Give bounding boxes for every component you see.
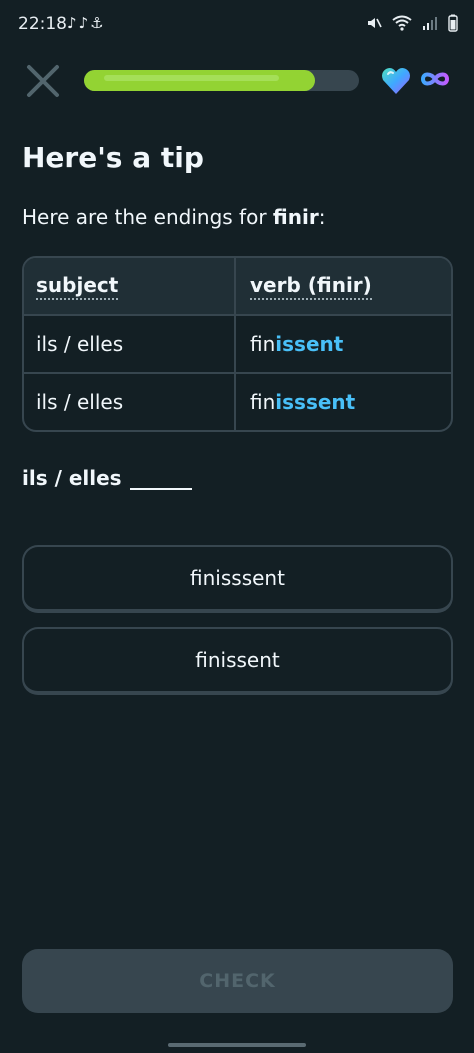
table-header-row: subject verb (finir): [24, 258, 451, 314]
header-subject[interactable]: subject: [36, 273, 119, 300]
verb-ending: issent: [275, 332, 344, 356]
answer-blank: [129, 470, 192, 490]
intro-text: Here are the endings for: [22, 205, 273, 229]
status-bar: 22:18 ♪♪⚓: [0, 0, 474, 52]
intro-verb[interactable]: finir: [273, 205, 319, 229]
status-right-icons: [366, 14, 458, 32]
status-time: 22:18: [18, 14, 67, 34]
row-subject: ils / elles: [24, 374, 236, 430]
home-indicator[interactable]: [168, 1043, 306, 1047]
wifi-icon: [392, 15, 412, 31]
table-header-cell: verb (finir): [236, 258, 451, 314]
lesson-progress-bar: [84, 70, 359, 91]
verb-stem: fin: [250, 332, 276, 356]
fill-in-prompt: ils / elles: [22, 466, 192, 490]
table-row: ils / elles fin isssent: [24, 372, 451, 430]
close-icon[interactable]: [24, 62, 62, 100]
answer-option-finissent[interactable]: finissent: [22, 627, 453, 695]
table-header-cell: subject: [24, 258, 236, 314]
progress-fill: [84, 70, 315, 91]
tip-intro: Here are the endings for finir:: [22, 205, 325, 229]
conjugation-table: subject verb (finir) ils / elles fin isse…: [22, 256, 453, 432]
row-subject: ils / elles: [24, 316, 236, 372]
prompt-subject: ils / elles: [22, 466, 122, 490]
signal-icon: [423, 17, 437, 30]
row-verb: fin isssent: [236, 374, 451, 430]
page-title: Here's a tip: [22, 141, 204, 174]
progress-shine: [104, 75, 279, 81]
infinity-icon[interactable]: [420, 64, 450, 94]
table-row: ils / elles fin issent: [24, 314, 451, 372]
verb-ending: isssent: [275, 390, 356, 414]
verb-stem: fin: [250, 390, 276, 414]
gem-heart-icon[interactable]: [381, 67, 411, 95]
row-verb: fin issent: [236, 316, 451, 372]
answer-option-finisssent[interactable]: finisssent: [22, 545, 453, 613]
header-verb[interactable]: verb (finir): [250, 273, 372, 300]
battery-icon: [448, 14, 458, 32]
check-button[interactable]: CHECK: [22, 949, 453, 1013]
intro-suffix: :: [318, 205, 326, 229]
mute-icon: [368, 18, 382, 28]
notification-icons: ♪♪⚓: [67, 14, 106, 32]
